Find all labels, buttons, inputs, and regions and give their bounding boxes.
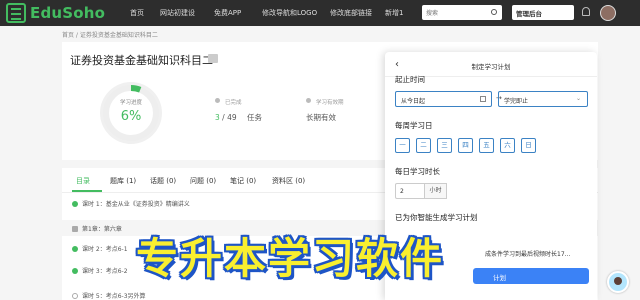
customer-service-avatar[interactable] (607, 271, 629, 293)
nav-item-logo[interactable]: 修改导航和LOGO (262, 8, 317, 18)
validity-value: 长期有效 (306, 113, 336, 122)
plan-summary: 成条件学习到最后视频时长17... (485, 251, 571, 258)
check-icon (72, 201, 78, 207)
drawer-title: 制定学习计划 (471, 63, 511, 71)
daily-hours-input[interactable]: 2 (395, 183, 425, 199)
weekday-mon[interactable]: 一 (395, 138, 410, 153)
weekday-sat[interactable]: 六 (500, 138, 515, 153)
bell-icon[interactable] (582, 7, 590, 16)
tab-notes[interactable]: 笔记 (0) (230, 176, 256, 186)
tab-question-bank[interactable]: 题库 (1) (110, 176, 136, 186)
hours-unit: 小时 (425, 183, 447, 199)
weekday-wed[interactable]: 三 (437, 138, 452, 153)
admin-button[interactable]: 管理后台 (512, 5, 574, 20)
weekday-fri[interactable]: 五 (479, 138, 494, 153)
start-date-field[interactable]: 从今日起 (395, 91, 492, 107)
task-icon (215, 98, 220, 103)
circle-icon (72, 293, 78, 299)
tab-questions[interactable]: 问题 (0) (190, 176, 216, 186)
progress-value: 6% (120, 109, 142, 124)
lesson-item[interactable]: 课时 1：基金从业《证券投资》精编讲义 (72, 199, 190, 208)
overlay-banner: 专升本学习软件 (136, 234, 445, 283)
logo-icon (6, 3, 26, 23)
lesson-item[interactable]: 课时 3：考点6-2 (72, 266, 128, 275)
nav-item-footer[interactable]: 修改底部链接 (330, 8, 372, 18)
logo[interactable]: EduSoho (6, 3, 105, 23)
top-nav: EduSoho 首页 网站初建设 免费APP 修改导航和LOGO 修改底部链接 … (0, 0, 640, 26)
tab-materials[interactable]: 资料区 (0) (272, 176, 305, 186)
weekday-thu[interactable]: 四 (458, 138, 473, 153)
clock-icon (306, 98, 311, 103)
chapter-item[interactable]: 第1章：第六章 (72, 224, 122, 233)
weekday-sun[interactable]: 日 (521, 138, 536, 153)
calendar-icon (480, 96, 486, 102)
progress-ring: 学习进度 6% (100, 82, 162, 144)
search-placeholder: 搜索 (426, 10, 439, 17)
nav-item-app[interactable]: 免费APP (214, 8, 241, 18)
chapter-icon (72, 226, 78, 232)
tasks-value: 3 / 49 任务 (215, 113, 263, 122)
nav-item-home[interactable]: 首页 (130, 8, 144, 18)
end-date-select[interactable]: 学完即止 ⌄ (498, 91, 588, 107)
search-icon (491, 9, 497, 15)
progress-icon (72, 268, 78, 274)
date-range-label: 起止时间 (395, 75, 425, 84)
tab-topics[interactable]: 话题 (0) (150, 176, 176, 186)
tasks-label: 已完成 (225, 100, 242, 106)
search-input[interactable]: 搜索 (422, 5, 502, 20)
plan-generated-label: 已为你智能生成学习计划 (395, 213, 478, 222)
lesson-item[interactable]: 课时 5：考点6-3另外算 (72, 291, 146, 300)
chevron-down-icon: ⌄ (575, 95, 581, 102)
progress-icon (72, 246, 78, 252)
daily-hours-label: 每日学习时长 (395, 167, 440, 176)
breadcrumb: 首页 / 证券投资基金基础知识科目二 (62, 32, 158, 39)
user-avatar[interactable] (600, 5, 616, 21)
progress-label: 学习进度 (119, 100, 142, 106)
lesson-item[interactable]: 课时 2：考点6-1 (72, 244, 128, 253)
weekdays-label: 每周学习日 (395, 121, 433, 130)
nav-item-site-build[interactable]: 网站初建设 (160, 8, 195, 18)
course-title: 证券投资基金基础知识科目二 (70, 54, 213, 67)
plan-button[interactable]: 计划 (473, 268, 589, 284)
weekday-tue[interactable]: 二 (416, 138, 431, 153)
validity-label: 学习有效期 (316, 100, 344, 106)
nav-item-new[interactable]: 新增1 (385, 8, 403, 18)
logo-text: EduSoho (30, 4, 106, 22)
tab-catalog[interactable]: 目录 (76, 176, 90, 186)
qrcode-icon[interactable] (208, 54, 218, 63)
